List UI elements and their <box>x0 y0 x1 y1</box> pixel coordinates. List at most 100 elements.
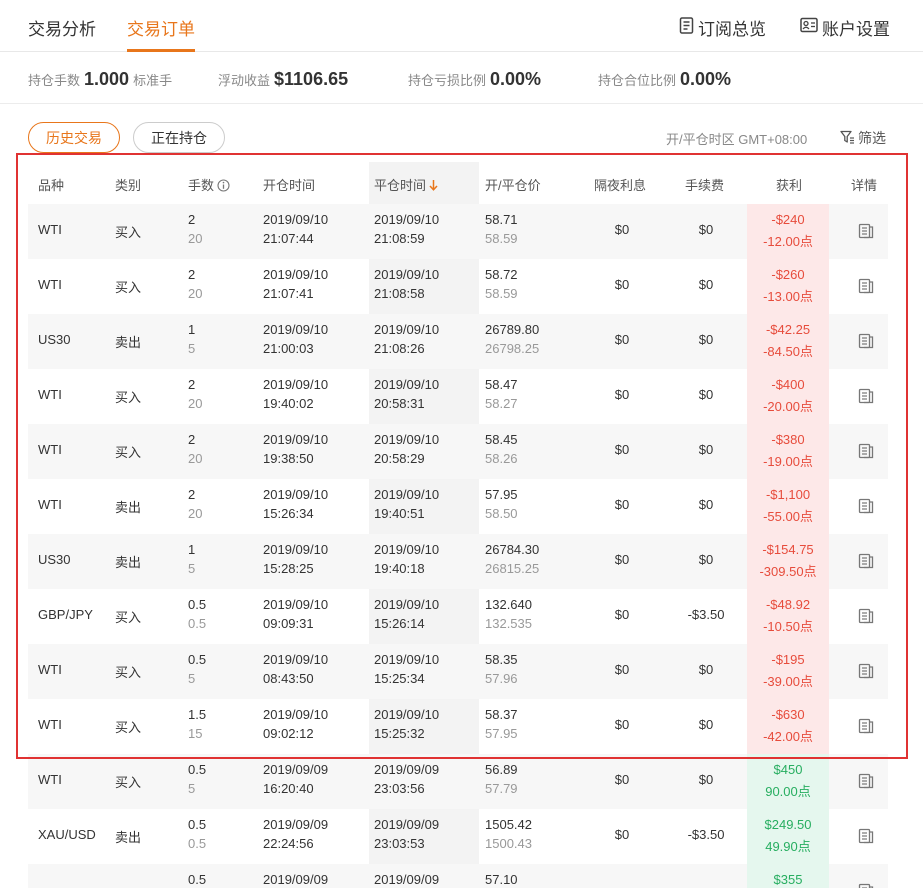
cell-open-date: 2019/09/10 <box>263 322 329 337</box>
cell-close-price: 1500.43 <box>485 836 532 851</box>
cell-close-time: 15:25:32 <box>374 726 425 741</box>
detail-icon[interactable] <box>858 498 874 519</box>
detail-icon[interactable] <box>858 883 874 888</box>
cell-symbol: XAU/USD <box>38 827 96 842</box>
detail-icon[interactable] <box>858 553 874 574</box>
detail-icon[interactable] <box>858 278 874 299</box>
cell-close-time: 15:26:14 <box>374 616 425 631</box>
cell-fee: $0 <box>698 387 714 402</box>
position-summary: 持仓手数 1.000 标准手 浮动收益 $1106.65 持仓亏损比例 0.00% 持仓… <box>0 52 923 104</box>
info-icon[interactable] <box>217 179 230 195</box>
cell-swap: $0 <box>614 387 630 402</box>
cell-type: 买入 <box>115 775 142 790</box>
cell-open-time: 08:43:50 <box>263 671 314 686</box>
header-type: 类别 <box>115 178 142 193</box>
header-profit[interactable]: 获利 <box>776 175 802 194</box>
cell-open-date: 2019/09/10 <box>263 377 329 392</box>
lots-summary: 持仓手数 1.000 标准手 <box>28 69 173 89</box>
cell-close-price: 26798.25 <box>485 341 540 356</box>
cell-close-price: 58.26 <box>485 451 518 466</box>
cell-points: -12.00点 <box>763 234 813 249</box>
cell-profit: -$154.75 <box>762 542 814 557</box>
cell-lots-sub: 5 <box>188 341 196 356</box>
cell-open-price: 56.89 <box>485 762 518 777</box>
table-row[interactable]: WTI 买入 2 20 2019/09/10 2019/09/10 58.45 58.26 19… <box>28 424 888 479</box>
cell-close-time: 19:40:51 <box>374 506 425 521</box>
cell-points: -55.00点 <box>763 509 813 524</box>
cell-type: 买入 <box>115 720 142 735</box>
cell-profit: -$195 <box>771 652 805 667</box>
header-fee[interactable]: 手续费 <box>685 175 724 194</box>
table-row[interactable]: US30 卖出 1 5 2019/09/10 2019/09/10 26784.30 2681… <box>28 534 888 589</box>
cell-open-price: 58.45 <box>485 432 518 447</box>
detail-icon[interactable] <box>858 718 874 739</box>
cell-lots: 1 <box>188 542 196 557</box>
detail-icon[interactable] <box>858 663 874 684</box>
cell-close-time: 21:08:26 <box>374 341 425 356</box>
cell-fee: $0 <box>698 332 714 347</box>
detail-icon[interactable] <box>858 388 874 409</box>
cell-swap: $0 <box>614 552 630 567</box>
cell-type: 卖出 <box>115 500 142 515</box>
detail-icon[interactable] <box>858 828 874 849</box>
detail-icon[interactable] <box>858 223 874 244</box>
header-price[interactable]: 开/平仓价 <box>485 175 541 194</box>
table-row[interactable]: GBP/JPY 买入 0.5 0.5 2019/09/10 2019/09/10 132.6… <box>28 589 888 644</box>
cell-profit: -$260 <box>771 267 805 282</box>
open-positions-button[interactable]: 正在持仓 <box>133 122 225 153</box>
cell-fee: -$3.50 <box>687 827 725 842</box>
cell-close-price: 58.59 <box>485 231 518 246</box>
detail-icon[interactable] <box>858 333 874 354</box>
table-row[interactable]: WTI 卖出 2 20 2019/09/10 2019/09/10 57.95 58.50 15… <box>28 479 888 534</box>
cell-symbol: WTI <box>38 222 62 237</box>
cell-open-date: 2019/09/10 <box>263 267 329 282</box>
detail-icon[interactable] <box>858 608 874 629</box>
cell-open-date: 2019/09/09 <box>263 872 329 887</box>
detail-icon[interactable] <box>858 773 874 794</box>
tab-trade-analysis[interactable]: 交易分析 <box>28 15 96 40</box>
cell-type: 卖出 <box>115 555 142 570</box>
cell-open-price: 58.35 <box>485 652 518 667</box>
table-header: 品种 类别 手数 开仓时间 平仓时间 开/平仓价 隔夜利息 手续费 获利 详情 <box>28 162 888 204</box>
cell-points: 90.00点 <box>765 784 811 799</box>
table-row[interactable]: XAU/USD 卖出 0.5 0.5 2019/09/09 2019/09/09 1505.… <box>28 809 888 864</box>
cell-fee: -$3.50 <box>687 607 725 622</box>
cell-close-date: 2019/09/09 <box>374 762 440 777</box>
table-row[interactable]: 0.5 2019/09/09 2019/09/09 57.10 $355 <box>28 864 888 888</box>
cell-open-date: 2019/09/10 <box>263 597 329 612</box>
subscribe-overview-link[interactable]: 订阅总览 <box>679 15 766 40</box>
header-close-time[interactable]: 平仓时间 <box>374 175 438 194</box>
tab-trade-orders[interactable]: 交易订单 <box>127 15 195 40</box>
account-settings-link[interactable]: 账户设置 <box>800 15 890 40</box>
cell-open-price: 58.37 <box>485 707 518 722</box>
table-row[interactable]: WTI 买入 0.5 5 2019/09/09 2019/09/09 56.89 57.79 1… <box>28 754 888 809</box>
table-row[interactable]: WTI 买入 0.5 5 2019/09/10 2019/09/10 58.35 57.96 0… <box>28 644 888 699</box>
cell-type: 买入 <box>115 665 142 680</box>
cell-fee: $0 <box>698 772 714 787</box>
table-row[interactable]: WTI 买入 2 20 2019/09/10 2019/09/10 58.71 58.59 21… <box>28 204 888 259</box>
table-row[interactable]: US30 卖出 1 5 2019/09/10 2019/09/10 26789.80 2679… <box>28 314 888 369</box>
cell-close-date: 2019/09/10 <box>374 542 440 557</box>
filter-button[interactable]: 筛选 <box>840 128 886 148</box>
cell-lots-sub: 5 <box>188 671 196 686</box>
cell-lots: 2 <box>188 267 196 282</box>
history-trades-button[interactable]: 历史交易 <box>28 122 120 153</box>
cell-lots: 2 <box>188 377 196 392</box>
cell-swap: $0 <box>614 332 630 347</box>
cell-swap: $0 <box>614 717 630 732</box>
cell-close-time: 23:03:53 <box>374 836 425 851</box>
cell-close-date: 2019/09/10 <box>374 267 440 282</box>
cell-points: -42.00点 <box>763 729 813 744</box>
table-row[interactable]: WTI 买入 2 20 2019/09/10 2019/09/10 58.47 58.27 19… <box>28 369 888 424</box>
detail-icon[interactable] <box>858 443 874 464</box>
cell-points: -19.00点 <box>763 454 813 469</box>
cell-open-time: 09:02:12 <box>263 726 314 741</box>
cell-close-time: 23:03:56 <box>374 781 425 796</box>
table-row[interactable]: WTI 买入 2 20 2019/09/10 2019/09/10 58.72 58.59 21… <box>28 259 888 314</box>
table-row[interactable]: WTI 买入 1.5 15 2019/09/10 2019/09/10 58.37 57.95… <box>28 699 888 754</box>
header-swap[interactable]: 隔夜利息 <box>594 175 646 194</box>
header-open-time[interactable]: 开仓时间 <box>263 175 315 194</box>
cell-close-price: 57.95 <box>485 726 518 741</box>
cell-points: -84.50点 <box>763 344 813 359</box>
cell-close-date: 2019/09/09 <box>374 817 440 832</box>
